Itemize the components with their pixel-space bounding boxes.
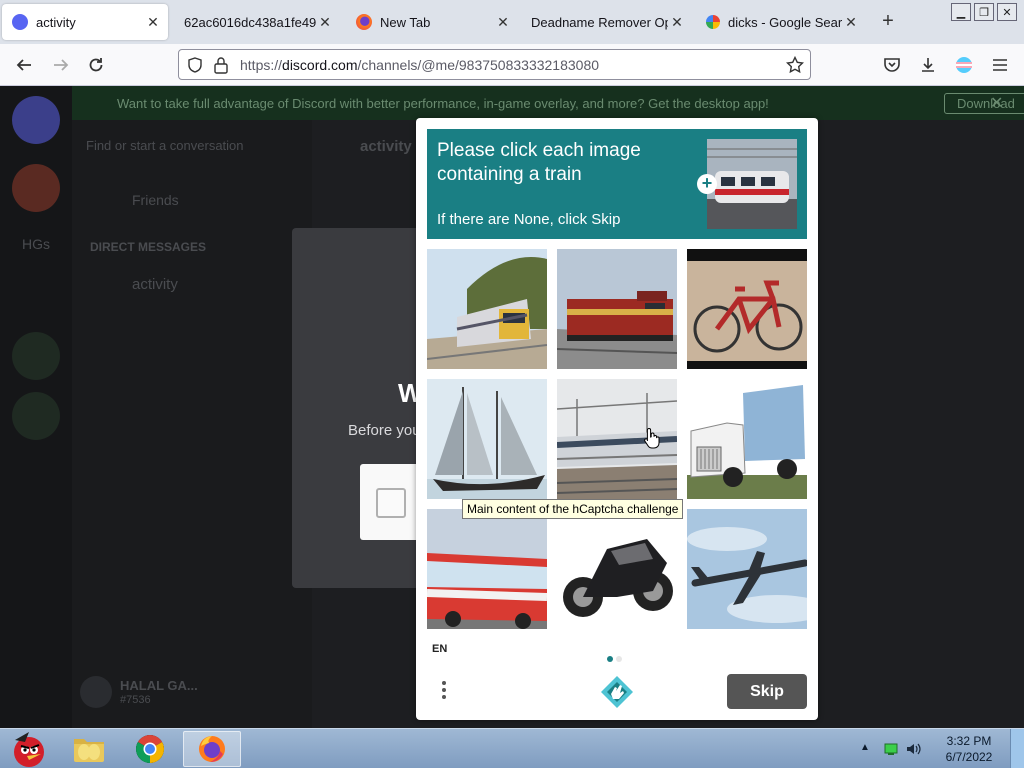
extension-flag-icon[interactable] <box>952 53 976 77</box>
minimize-icon[interactable]: ▁ <box>951 3 971 21</box>
google-icon <box>706 15 720 29</box>
friends-link[interactable]: Friends <box>132 192 179 208</box>
image-tile[interactable] <box>427 379 547 499</box>
volume-icon[interactable] <box>906 742 921 756</box>
image-tile[interactable] <box>687 379 807 499</box>
tab-new-tab[interactable]: New Tab ✕ <box>346 4 518 40</box>
dm-item-activity[interactable]: activity <box>132 276 178 293</box>
discord-icon <box>12 14 28 30</box>
tab-label: Deadname Remover Op <box>531 14 668 30</box>
url-bar[interactable]: https://discord.com/channels/@me/9837508… <box>178 49 811 80</box>
banner-text: Want to take full advantage of Discord w… <box>117 96 769 111</box>
tray-expand-icon[interactable]: ▲ <box>860 742 874 756</box>
firefox-icon <box>356 14 372 30</box>
example-image[interactable] <box>707 139 797 229</box>
tab-label: New Tab <box>380 14 431 30</box>
forward-arrow-icon[interactable] <box>49 53 73 77</box>
image-tile[interactable] <box>687 509 807 629</box>
bookmark-star-icon[interactable] <box>785 55 805 79</box>
tab-deadname-remover[interactable]: Deadname Remover Op ✕ <box>522 4 692 40</box>
tab-label: activity <box>36 14 76 30</box>
download-button[interactable]: Download <box>944 93 1024 114</box>
tab-google-search[interactable]: dicks - Google Search ✕ <box>696 4 866 40</box>
avatar[interactable] <box>80 676 112 708</box>
new-tab-button[interactable]: + <box>878 10 898 33</box>
file-explorer-icon[interactable] <box>60 731 118 767</box>
hcaptcha-challenge: Please click each image containing a tra… <box>416 118 818 720</box>
expand-example-icon[interactable]: + <box>697 174 717 194</box>
url-text[interactable]: https://discord.com/channels/@me/9837508… <box>240 57 599 73</box>
url-path: /channels/@me/983750833332183080 <box>357 57 600 73</box>
chrome-icon[interactable] <box>121 731 179 767</box>
hcaptcha-checkbox[interactable] <box>376 488 406 518</box>
hcaptcha-widget <box>360 464 420 540</box>
tab-label: 62ac6016dc438a1fe492 <box>184 14 316 30</box>
language-selector[interactable]: EN <box>432 643 447 655</box>
more-options-icon[interactable] <box>436 678 452 704</box>
discord-home-icon[interactable] <box>12 96 60 144</box>
angry-birds-icon[interactable] <box>0 731 58 767</box>
server-icon[interactable] <box>12 164 60 212</box>
dm-header: DIRECT MESSAGES <box>90 240 207 254</box>
close-tab-icon[interactable]: ✕ <box>144 14 162 31</box>
image-grid <box>427 249 807 629</box>
user-panel: HALAL GA... #7536 <box>80 676 310 716</box>
skip-button[interactable]: Skip <box>727 674 807 709</box>
restore-icon[interactable]: ❐ <box>974 3 994 21</box>
challenge-header: Please click each image containing a tra… <box>427 129 807 239</box>
challenge-tooltip: Main content of the hCaptcha challenge <box>462 499 684 519</box>
network-icon[interactable] <box>884 742 898 756</box>
downloads-icon[interactable] <box>916 53 940 77</box>
user-tag: #7536 <box>120 694 151 706</box>
back-arrow-icon[interactable] <box>12 53 36 77</box>
page-dot <box>616 656 622 662</box>
server-list: HGs <box>0 86 72 728</box>
image-tile[interactable] <box>557 509 677 629</box>
navigation-toolbar: https://discord.com/channels/@me/9837508… <box>0 44 1024 86</box>
taskbar: ▲ 3:32 PM 6/7/2022 <box>0 728 1024 768</box>
hamburger-menu-icon[interactable] <box>988 53 1012 77</box>
image-tile[interactable] <box>427 249 547 369</box>
close-window-icon[interactable]: ✕ <box>997 3 1017 21</box>
close-tab-icon[interactable]: ✕ <box>316 14 334 31</box>
banner-close-icon[interactable]: ✕ <box>990 93 1003 113</box>
add-server-icon[interactable] <box>12 332 60 380</box>
hand-cursor-icon <box>644 427 660 454</box>
close-tab-icon[interactable]: ✕ <box>494 14 512 31</box>
server-label[interactable]: HGs <box>22 236 50 252</box>
desktop-app-banner: Want to take full advantage of Discord w… <box>72 86 1024 120</box>
close-tab-icon[interactable]: ✕ <box>842 14 860 31</box>
dm-sidebar: Find or start a conversation Friends DIR… <box>72 120 312 728</box>
reload-icon[interactable] <box>84 53 108 77</box>
page-dot-active <box>607 656 613 662</box>
tab-hash[interactable]: 62ac6016dc438a1fe492 ✕ <box>174 4 340 40</box>
system-clock[interactable]: 3:32 PM 6/7/2022 <box>936 733 1002 765</box>
clock-date: 6/7/2022 <box>945 750 993 764</box>
show-desktop-button[interactable] <box>1010 729 1024 768</box>
tab-activity[interactable]: activity ✕ <box>2 4 168 40</box>
lock-icon[interactable] <box>213 56 229 79</box>
shield-icon[interactable] <box>187 57 203 78</box>
page-indicator <box>607 649 625 667</box>
browser-tab-strip: activity ✕ 62ac6016dc438a1fe492 ✕ New Ta… <box>0 0 1024 44</box>
clock-time: 3:32 PM <box>946 734 992 748</box>
tab-label: dicks - Google Search <box>728 14 842 30</box>
username: HALAL GA... <box>120 678 198 693</box>
url-prefix: https:// <box>240 57 283 73</box>
image-tile[interactable] <box>687 249 807 369</box>
pocket-icon[interactable] <box>880 53 904 77</box>
close-tab-icon[interactable]: ✕ <box>668 14 686 31</box>
download-apps-icon[interactable] <box>12 392 60 440</box>
challenge-prompt: Please click each image containing a tra… <box>437 140 641 185</box>
firefox-icon[interactable] <box>183 731 241 767</box>
url-domain: discord.com <box>282 57 358 73</box>
dialog-text: Before you <box>348 422 421 439</box>
hcaptcha-logo-icon[interactable] <box>600 675 634 709</box>
image-tile[interactable] <box>557 249 677 369</box>
channel-title: activity <box>360 138 412 155</box>
search-input[interactable]: Find or start a conversation <box>86 138 244 153</box>
challenge-instruction: If there are None, click Skip <box>437 211 621 228</box>
image-tile[interactable] <box>427 509 547 629</box>
